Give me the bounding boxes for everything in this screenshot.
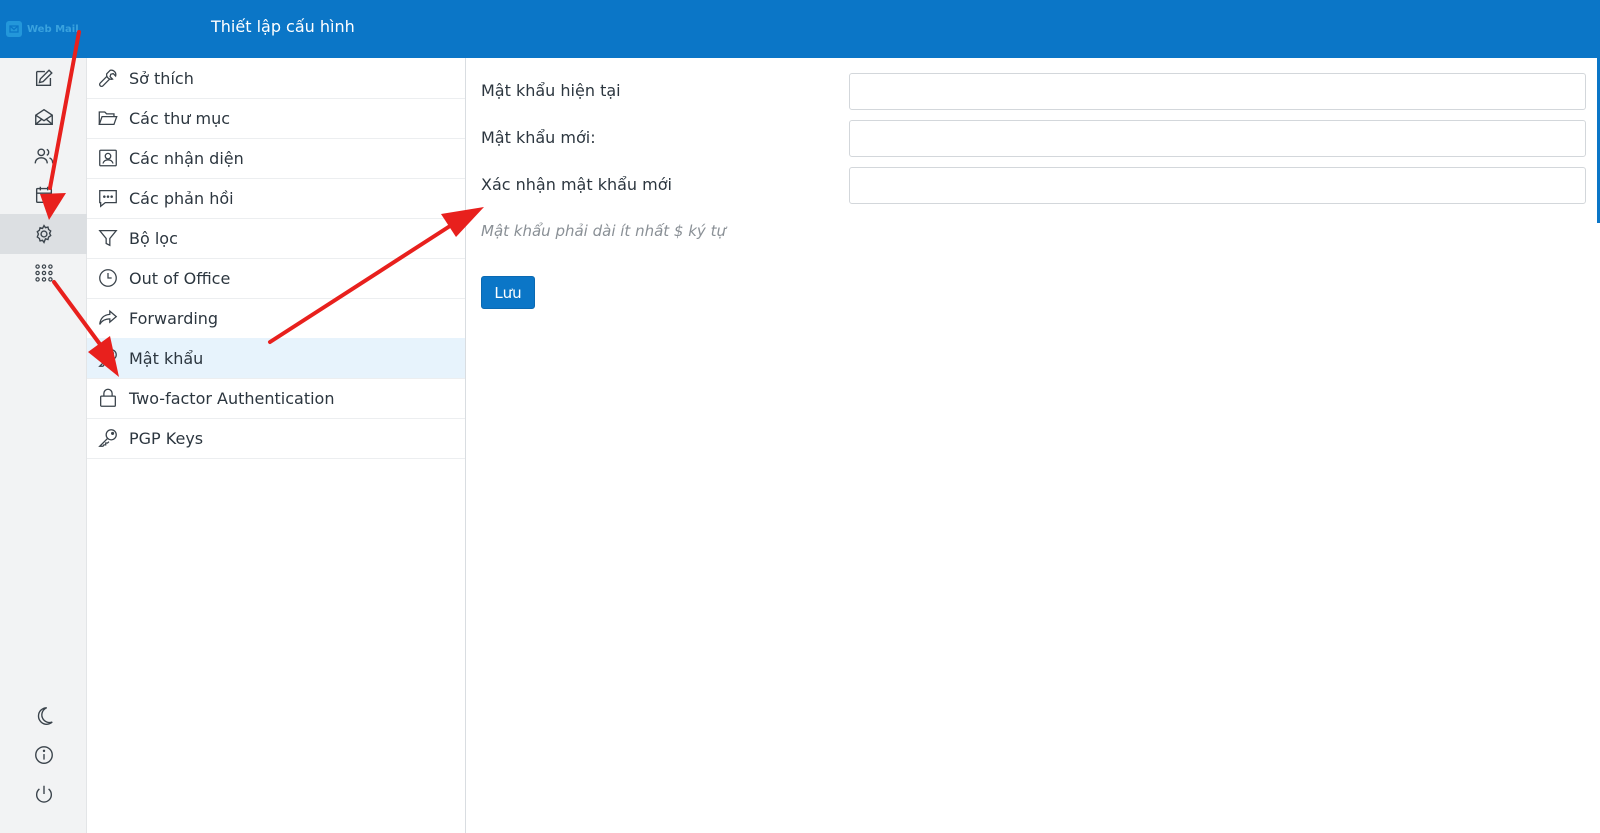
- wrench-icon: [97, 67, 119, 89]
- logo-icon: [6, 21, 22, 37]
- confirm-password-label: Xác nhận mật khẩu mới: [481, 175, 672, 194]
- contacts-icon: [34, 148, 53, 164]
- settings-item-label: Các phản hồi: [129, 188, 234, 208]
- settings-item-forwarding[interactable]: Forwarding: [87, 298, 465, 339]
- current-password-input[interactable]: [849, 73, 1586, 110]
- settings-item-label: Forwarding: [129, 308, 219, 328]
- settings-item-pgp-keys[interactable]: PGP Keys: [87, 418, 465, 459]
- clock-icon: [97, 267, 119, 289]
- settings-section-list: Sở thích Các thư mục Các nhận diện Các p…: [87, 58, 466, 833]
- settings-item-label: Các thư mục: [129, 108, 231, 128]
- settings-item-filters[interactable]: Bộ lọc: [87, 218, 465, 259]
- calendar-icon: [35, 186, 52, 204]
- lock-icon: [97, 387, 119, 409]
- settings-icon: [35, 224, 52, 244]
- filter-icon: [97, 227, 119, 249]
- password-settings-panel: Mật khẩu hiện tại Mật khẩu mới: Xác nhận…: [466, 58, 1600, 833]
- settings-item-label: Two-factor Authentication: [129, 388, 335, 408]
- settings-item-label: Sở thích: [129, 68, 194, 88]
- settings-item-label: Các nhận diện: [129, 148, 244, 168]
- compose-icon: [35, 69, 53, 87]
- apps-button[interactable]: [0, 253, 87, 293]
- identity-card-icon: [97, 147, 119, 169]
- logout-button[interactable]: [0, 774, 87, 814]
- forward-icon: [97, 307, 119, 329]
- logo-text: Web Mail: [27, 23, 79, 35]
- settings-item-folders[interactable]: Các thư mục: [87, 98, 465, 139]
- key-icon: [97, 427, 119, 449]
- settings-item-label: Bộ lọc: [129, 228, 178, 248]
- key-icon: [97, 347, 119, 369]
- new-password-input[interactable]: [849, 120, 1586, 157]
- settings-item-out-of-office[interactable]: Out of Office: [87, 258, 465, 299]
- folder-icon: [97, 107, 119, 129]
- settings-item-password[interactable]: Mật khẩu: [87, 338, 465, 379]
- dark-mode-button[interactable]: [0, 696, 87, 736]
- settings-item-preferences[interactable]: Sở thích: [87, 58, 465, 99]
- settings-item-responses[interactable]: Các phản hồi: [87, 178, 465, 219]
- settings-item-label: Mật khẩu: [129, 348, 204, 368]
- dark-mode-icon: [37, 707, 53, 725]
- settings-item-label: PGP Keys: [129, 428, 204, 448]
- about-icon: [34, 746, 53, 764]
- settings-item-identities[interactable]: Các nhận diện: [87, 138, 465, 179]
- logout-icon: [35, 785, 52, 803]
- current-password-label: Mật khẩu hiện tại: [481, 81, 621, 100]
- header-bar: Web Mail Thiết lập cấu hình: [0, 0, 1600, 58]
- new-password-label: Mật khẩu mới:: [481, 128, 596, 147]
- contacts-button[interactable]: [0, 136, 87, 176]
- compose-button[interactable]: [0, 58, 87, 98]
- settings-item-two-factor[interactable]: Two-factor Authentication: [87, 378, 465, 419]
- mail-icon: [34, 108, 53, 126]
- settings-button[interactable]: [0, 214, 87, 254]
- password-length-hint: Mật khẩu phải dài ít nhất $ ký tự: [481, 222, 726, 240]
- main-nav-rail: [0, 58, 87, 833]
- save-button[interactable]: Lưu: [481, 276, 535, 309]
- apps-grid-icon: [34, 264, 53, 282]
- page-title: Thiết lập cấu hình: [211, 17, 355, 36]
- app-window: Web Mail Thiết lập cấu hình Sở thích Các…: [0, 0, 1600, 833]
- comment-icon: [97, 187, 119, 209]
- about-button[interactable]: [0, 735, 87, 775]
- confirm-password-input[interactable]: [849, 167, 1586, 204]
- mail-button[interactable]: [0, 97, 87, 137]
- settings-item-label: Out of Office: [129, 268, 231, 288]
- logo[interactable]: Web Mail: [6, 20, 79, 38]
- calendar-button[interactable]: [0, 175, 87, 215]
